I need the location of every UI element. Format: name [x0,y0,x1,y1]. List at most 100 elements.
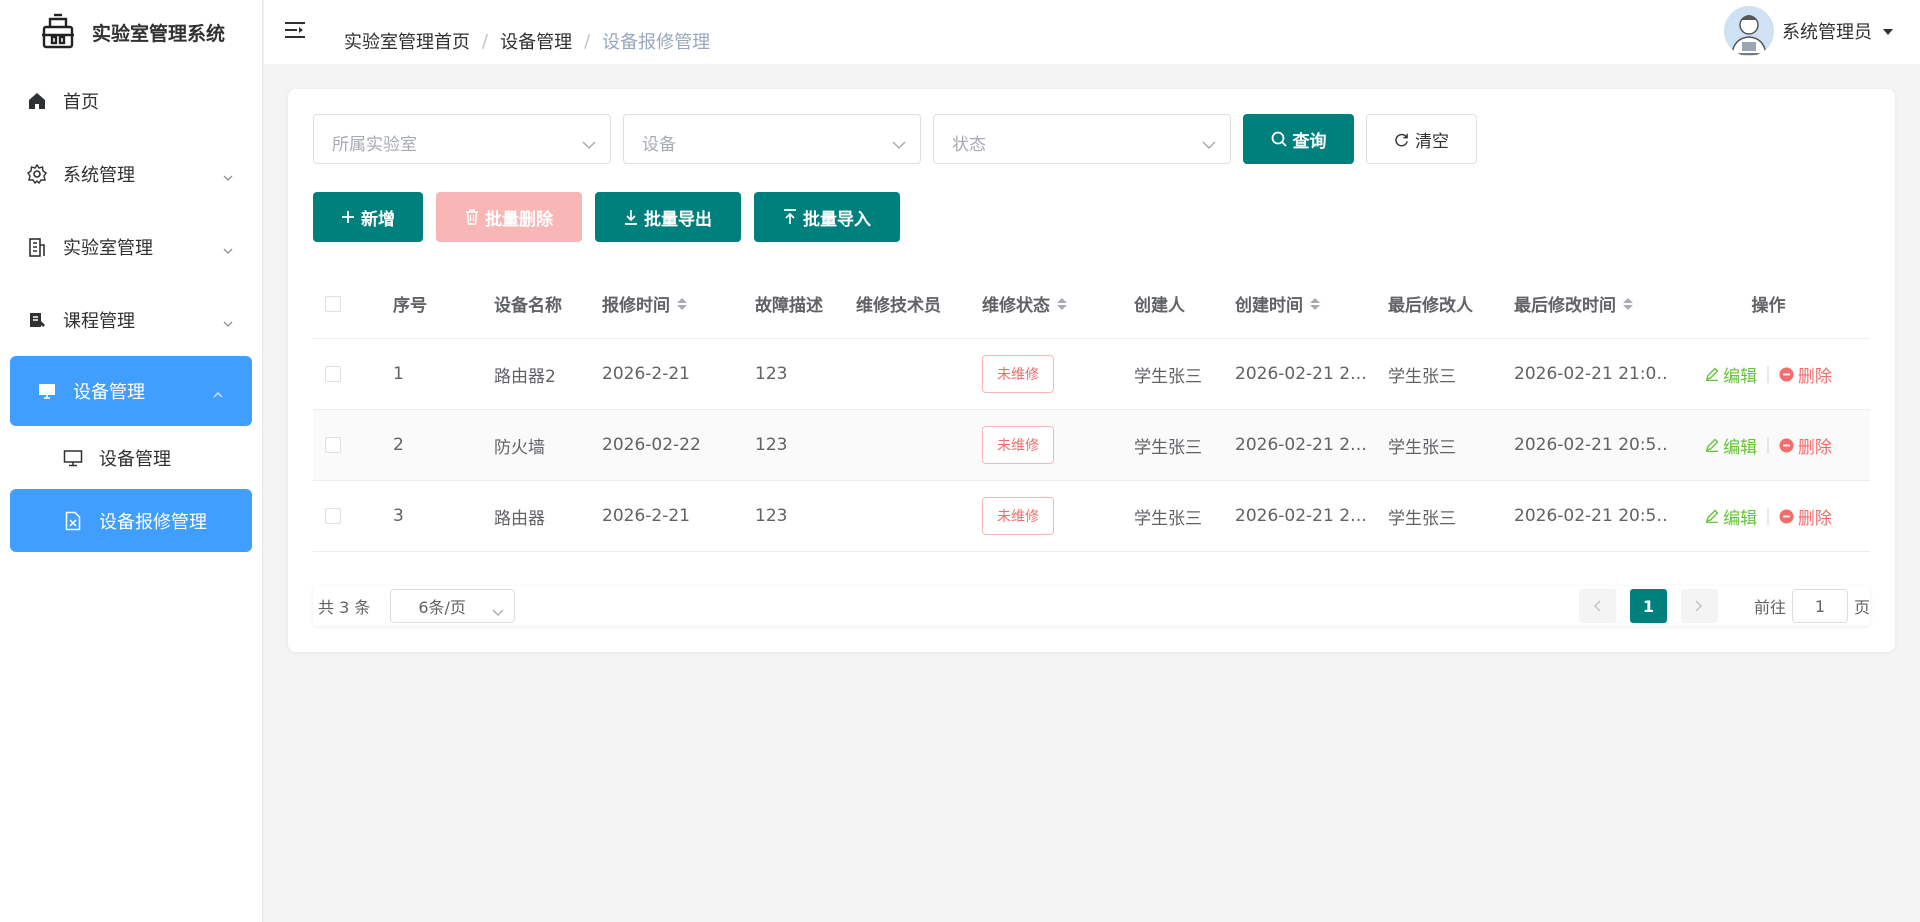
monitor-icon [37,381,57,401]
col-repair-time[interactable]: 报修时间 [602,291,755,316]
chevron-down-icon [492,602,504,621]
menu-collapse-icon[interactable] [284,20,306,40]
table-header: 序号 设备名称 报修时间 故障描述 维修技术员 维修状态 创建人 创建时间 最后… [313,269,1870,339]
sort-icon[interactable] [1310,297,1320,310]
col-modify-time[interactable]: 最后修改时间 [1514,291,1667,316]
chevron-up-icon [212,385,224,406]
sidebar-item-lab[interactable]: 实验室管理 [0,210,262,283]
cell-repair-time: 2026-2-21 [602,364,690,384]
plus-icon [341,210,355,224]
sidebar-item-device[interactable]: 设备管理 [10,356,252,426]
batch-export-button-label: 批量导出 [644,209,712,230]
edit-icon [1706,367,1719,381]
batch-import-button[interactable]: 批量导入 [754,192,900,242]
pagination-controls: 1 前往 1 页 [1578,589,1870,623]
sidebar-subitem-label: 设备报修管理 [99,511,207,533]
lab-select[interactable]: 所属实验室 [313,114,611,164]
cell-repair-time: 2026-02-22 [602,435,701,455]
breadcrumb-separator: / [584,30,591,52]
clear-button[interactable]: 清空 [1366,114,1477,164]
goto-page-input[interactable]: 1 [1791,589,1848,623]
repair-table: 序号 设备名称 报修时间 故障描述 维修技术员 维修状态 创建人 创建时间 最后… [313,269,1870,552]
row-checkbox[interactable] [325,437,341,453]
remove-circle-icon [1779,367,1794,381]
breadcrumb-device[interactable]: 设备管理 [500,28,572,54]
sidebar-subitem-device[interactable]: 设备管理 [0,426,262,489]
cell-index: 3 [393,506,404,526]
divider: | [1765,506,1771,526]
col-device-name: 设备名称 [494,296,562,316]
batch-import-button-label: 批量导入 [803,209,871,230]
search-icon [1271,131,1287,147]
clear-button-label: 清空 [1415,131,1449,152]
row-select-cell [313,508,393,524]
cell-device-name: 防火墙 [494,437,545,458]
sort-icon[interactable] [677,297,687,310]
trash-icon [465,209,479,225]
status-select[interactable]: 状态 [933,114,1231,164]
sidebar-item-course[interactable]: 课程管理 [0,283,262,356]
col-modify-time-label: 最后修改时间 [1514,296,1616,316]
sidebar: 实验室管理系统 首页 系统管理 实验室管理 课程管理 设备管理 设备管理 设备报… [0,0,263,922]
chevron-left-icon [1594,600,1601,612]
user-menu[interactable]: 系统管理员 [1724,6,1894,56]
col-create-time-label: 创建时间 [1235,296,1303,316]
row-checkbox[interactable] [325,366,341,382]
cell-modifier: 学生张三 [1388,508,1456,529]
cell-status: 未维修 [982,497,1134,535]
cell-fault-desc: 123 [755,506,788,526]
col-modifier: 最后修改人 [1388,296,1473,316]
pagination-total: 共 3 条 [318,598,371,617]
monitor-outline-icon [63,448,83,468]
building-icon [27,237,47,257]
cell-fault-desc: 123 [755,435,788,455]
user-name: 系统管理员 [1782,22,1872,43]
next-page-button[interactable] [1680,589,1718,623]
delete-button[interactable]: 删除 [1779,504,1832,529]
edit-button[interactable]: 编辑 [1705,362,1757,387]
lab-logo-icon [38,12,78,52]
document-x-icon [63,511,83,531]
sidebar-item-label: 首页 [63,91,99,113]
edit-label: 编辑 [1723,508,1758,529]
status-badge: 未维修 [982,426,1054,464]
sidebar-item-label: 系统管理 [63,164,135,186]
page-button-current[interactable]: 1 [1629,589,1667,623]
status-select-placeholder: 状态 [952,135,986,155]
sidebar-item-system[interactable]: 系统管理 [0,137,262,210]
edit-button[interactable]: 编辑 [1705,504,1757,529]
delete-button[interactable]: 删除 [1779,433,1832,458]
device-select[interactable]: 设备 [623,114,921,164]
table-row: 2 防火墙 2026-02-22 123 未维修 学生张三 2026-02-21… [313,410,1870,481]
brand: 实验室管理系统 [0,0,262,64]
batch-export-button[interactable]: 批量导出 [595,192,741,242]
sidebar-subitem-repair[interactable]: 设备报修管理 [10,489,252,552]
cell-creator: 学生张三 [1134,437,1202,458]
edit-label: 编辑 [1723,366,1758,387]
lab-select-placeholder: 所属实验室 [332,135,417,155]
remove-circle-icon [1779,438,1794,452]
breadcrumb-home[interactable]: 实验室管理首页 [344,28,470,54]
edit-button[interactable]: 编辑 [1705,433,1757,458]
gear-icon [27,163,47,184]
delete-button[interactable]: 删除 [1779,362,1832,387]
pagination: 共 3 条 6条/页 1 前往 1 页 [313,586,1870,626]
col-status[interactable]: 维修状态 [982,291,1134,316]
select-all-checkbox[interactable] [325,295,341,312]
sort-icon[interactable] [1057,297,1067,310]
batch-delete-button[interactable]: 批量删除 [436,192,582,242]
add-button[interactable]: 新增 [313,192,423,242]
cell-creator: 学生张三 [1134,508,1202,529]
sort-icon[interactable] [1623,297,1633,310]
home-icon [27,91,47,111]
refresh-icon [1394,132,1409,147]
delete-label: 删除 [1797,437,1832,458]
col-create-time[interactable]: 创建时间 [1235,291,1388,316]
sidebar-item-home[interactable]: 首页 [0,64,262,137]
toolbar: 新增 批量删除 批量导出 批量导入 [313,192,900,242]
row-checkbox[interactable] [325,508,341,524]
page-size-select[interactable]: 6条/页 [390,589,516,623]
query-button[interactable]: 查询 [1243,114,1354,164]
cell-fault-desc: 123 [755,364,788,384]
prev-page-button[interactable] [1578,589,1616,623]
